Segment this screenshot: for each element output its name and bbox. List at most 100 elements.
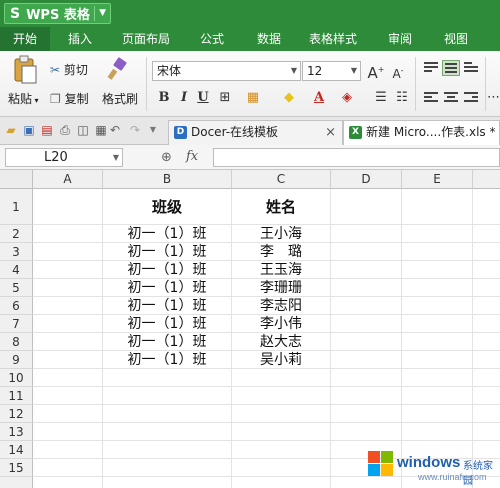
row-header-15[interactable]: 15 <box>0 459 33 477</box>
align-top-icon[interactable] <box>422 60 440 76</box>
tab-docer-label: Docer-在线模板 <box>191 125 279 139</box>
row-header-2[interactable]: 2 <box>0 225 33 243</box>
spreadsheet-grid: A B C D E 1 2 3 4 5 6 7 8 9 10 11 12 13 … <box>0 170 500 488</box>
tab-insert[interactable]: 插入 <box>54 27 106 51</box>
underline-button[interactable]: U <box>194 89 212 107</box>
row-header-9[interactable]: 9 <box>0 351 33 369</box>
row-header-10[interactable]: 10 <box>0 369 33 387</box>
cell-class[interactable]: 初一（1）班 <box>103 225 231 243</box>
fill-color-icon[interactable]: ◆ <box>280 89 298 107</box>
paste-icon[interactable] <box>12 55 38 85</box>
shrink-font-icon[interactable]: A- <box>389 62 407 81</box>
wrap-text-icon[interactable]: ☷ <box>393 89 411 107</box>
select-all-corner[interactable] <box>0 170 33 189</box>
bold-button[interactable]: B <box>155 89 173 107</box>
row-header-1[interactable]: 1 <box>0 189 33 225</box>
cell-name[interactable]: 赵大志 <box>232 333 330 351</box>
align-bottom-icon[interactable] <box>462 60 480 76</box>
chevron-down-icon: ▼ <box>94 6 106 21</box>
align-left-icon[interactable] <box>422 90 440 106</box>
copy-button[interactable]: ❐ 复制 <box>50 90 89 107</box>
align-right-icon[interactable] <box>462 90 480 106</box>
font-color-icon[interactable]: A <box>310 89 328 107</box>
name-box[interactable]: L20 ▼ <box>5 148 123 167</box>
formula-input[interactable] <box>213 148 500 167</box>
column-header-e[interactable]: E <box>402 170 473 189</box>
app-menu-button[interactable]: S WPS 表格 ▼ <box>4 3 111 24</box>
shrink-font-label: A <box>392 67 401 81</box>
open-folder-icon[interactable]: ▰ <box>4 123 18 137</box>
italic-button[interactable]: I <box>175 89 193 107</box>
row-header-12[interactable]: 12 <box>0 405 33 423</box>
row-header-4[interactable]: 4 <box>0 261 33 279</box>
font-name-select[interactable]: 宋体 ▼ <box>152 61 301 81</box>
column-header-d[interactable]: D <box>331 170 402 189</box>
align-middle-icon[interactable] <box>442 60 460 76</box>
cell-class[interactable]: 初一（1）班 <box>103 315 231 333</box>
indent-icon[interactable]: ☰ <box>372 89 390 107</box>
row-header-3[interactable]: 3 <box>0 243 33 261</box>
tab-table-style[interactable]: 表格样式 <box>300 27 366 51</box>
zoom-search-icon[interactable]: ⊕ <box>161 150 172 165</box>
row-header-8[interactable]: 8 <box>0 333 33 351</box>
save-icon[interactable]: ▣ <box>22 123 36 137</box>
row-header-16[interactable] <box>0 477 33 488</box>
grid-line <box>33 404 500 405</box>
redo-icon[interactable]: ↷ <box>128 123 142 137</box>
cell-name[interactable]: 王小海 <box>232 225 330 243</box>
column-header-f[interactable] <box>473 170 500 189</box>
clear-format-icon[interactable]: ◈ <box>338 89 356 107</box>
fx-icon[interactable]: fx <box>186 149 198 164</box>
cell-class[interactable]: 初一（1）班 <box>103 297 231 315</box>
paste-button[interactable]: 粘贴 ▾ <box>8 90 39 107</box>
font-size-select[interactable]: 12 ▼ <box>302 61 361 81</box>
tab-spreadsheet[interactable]: X 新建 Micro....作表.xls * <box>343 120 500 145</box>
undo-icon[interactable]: ↶ <box>108 123 122 137</box>
cell-name[interactable]: 李珊珊 <box>232 279 330 297</box>
column-header-c[interactable]: C <box>232 170 331 189</box>
row-header-6[interactable]: 6 <box>0 297 33 315</box>
tab-review[interactable]: 审阅 <box>374 27 426 51</box>
row-header-14[interactable]: 14 <box>0 441 33 459</box>
more-icon[interactable]: ⋯ <box>487 89 500 107</box>
grow-font-icon[interactable]: A+ <box>367 61 385 82</box>
export-pdf-icon[interactable]: ▤ <box>40 123 54 137</box>
tab-page-layout[interactable]: 页面布局 <box>112 27 180 51</box>
cell-class[interactable]: 初一（1）班 <box>103 333 231 351</box>
cell-class[interactable]: 初一（1）班 <box>103 243 231 261</box>
format-painter-button[interactable]: 格式刷 <box>102 90 138 107</box>
cell-c1[interactable]: 姓名 <box>232 189 330 225</box>
tab-home[interactable]: 开始 <box>0 27 50 51</box>
cell-name[interactable]: 王玉海 <box>232 261 330 279</box>
redo-preview-icon[interactable]: ▦ <box>94 123 108 137</box>
cell-b1[interactable]: 班级 <box>103 189 231 225</box>
chevron-down-icon: ▼ <box>350 66 357 75</box>
merge-icon[interactable]: ▦ <box>244 89 262 107</box>
column-header-b[interactable]: B <box>103 170 232 189</box>
cell-class[interactable]: 初一（1）班 <box>103 261 231 279</box>
borders-icon[interactable]: ⊞ <box>216 89 234 107</box>
row-header-7[interactable]: 7 <box>0 315 33 333</box>
close-icon[interactable]: × <box>325 121 336 144</box>
chevron-down-icon[interactable]: ▼ <box>146 123 160 137</box>
column-header-a[interactable]: A <box>33 170 103 189</box>
print-preview-icon[interactable]: ◫ <box>76 123 90 137</box>
cell-class[interactable]: 初一（1）班 <box>103 279 231 297</box>
row-header-11[interactable]: 11 <box>0 387 33 405</box>
grid-line <box>33 440 500 441</box>
tab-docer[interactable]: D Docer-在线模板 × <box>168 120 343 145</box>
row-header-5[interactable]: 5 <box>0 279 33 297</box>
align-center-icon[interactable] <box>442 90 460 106</box>
tab-formulas[interactable]: 公式 <box>186 27 238 51</box>
cell-name[interactable]: 吴小莉 <box>232 351 330 369</box>
cell-class[interactable]: 初一（1）班 <box>103 351 231 369</box>
tab-view[interactable]: 视图 <box>430 27 482 51</box>
print-icon[interactable]: ⎙ <box>58 123 72 137</box>
cut-button[interactable]: ✂ 剪切 <box>50 61 88 78</box>
cell-name[interactable]: 李志阳 <box>232 297 330 315</box>
brush-icon[interactable] <box>106 57 128 81</box>
cell-name[interactable]: 李 璐 <box>232 243 330 261</box>
row-header-13[interactable]: 13 <box>0 423 33 441</box>
cell-name[interactable]: 李小伟 <box>232 315 330 333</box>
tab-data[interactable]: 数据 <box>244 27 294 51</box>
